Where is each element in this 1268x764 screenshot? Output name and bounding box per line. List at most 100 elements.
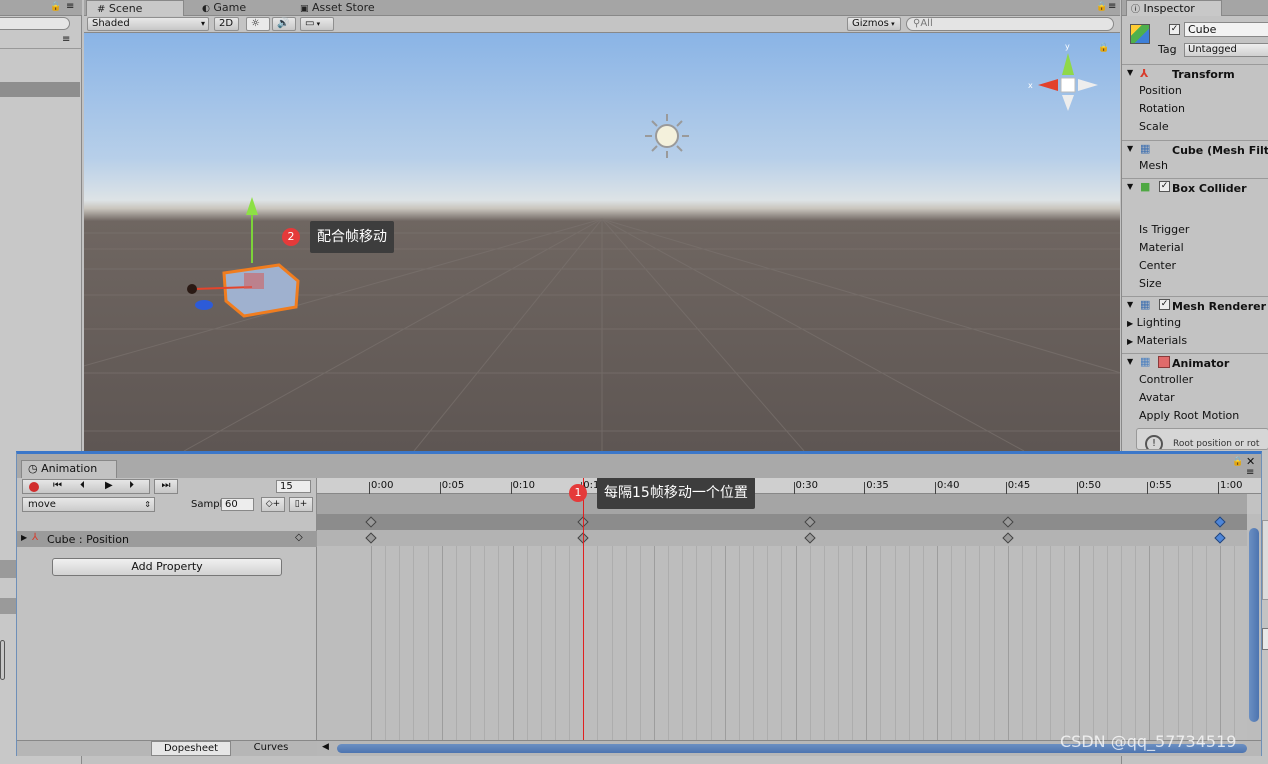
clip-dropdown[interactable]: move ⇕ xyxy=(22,497,155,512)
tab-game[interactable]: ◐ Game xyxy=(192,0,282,16)
foldout-arrow-icon: ▼ xyxy=(1127,300,1134,309)
project-toolbar: ≡ xyxy=(0,33,82,49)
animator-header[interactable]: ▼ ▦ Animator xyxy=(1122,353,1268,371)
tab-dopesheet[interactable]: Dopesheet xyxy=(151,741,231,756)
last-frame-button[interactable]: ⏭ xyxy=(154,479,178,494)
callout-label: 每隔15帧移动一个位置 xyxy=(597,478,755,509)
renderer-icon: ▦ xyxy=(1140,298,1151,311)
grid-line xyxy=(498,546,500,740)
selected-row[interactable] xyxy=(0,82,80,97)
field-label: Rotation xyxy=(1139,102,1186,115)
vertical-scrollbar[interactable] xyxy=(1247,514,1261,740)
grid-line xyxy=(738,546,740,740)
cube-icon xyxy=(1130,24,1150,44)
tab-asset-store[interactable]: ▣ Asset Store xyxy=(290,0,400,16)
inspector-edge-button[interactable] xyxy=(1262,628,1268,650)
menu-icon[interactable]: ≡ xyxy=(1246,467,1254,478)
keyframe[interactable] xyxy=(803,516,816,528)
scene-tabbar: # Scene ◐ Game ▣ Asset Store 🔒 ≡ xyxy=(84,0,1120,16)
tag-dropdown[interactable]: Untagged xyxy=(1184,43,1268,57)
keyframe[interactable] xyxy=(803,532,816,544)
lighting-toggle[interactable]: ☼ xyxy=(246,17,270,31)
panel-strip xyxy=(0,598,16,614)
first-frame-icon[interactable]: ⏮ xyxy=(53,480,62,491)
panel-strip xyxy=(0,560,16,578)
keyframe[interactable] xyxy=(365,516,377,528)
summary-keyframe-track[interactable] xyxy=(317,514,1247,530)
meshrenderer-header[interactable]: ▼ ▦ ✓ Mesh Renderer xyxy=(1122,296,1268,314)
svg-text:x: x xyxy=(1028,81,1033,90)
ruler-tick-label: 1:00 xyxy=(1220,480,1243,491)
menu-icon[interactable]: ≡ xyxy=(1108,1,1116,12)
lock-icon[interactable]: 🔒 xyxy=(1232,457,1243,467)
dopesheet-grid[interactable] xyxy=(317,546,1250,740)
speaker-icon: 🔊 xyxy=(277,18,290,29)
time-ruler[interactable]: 0:000:050:100:150:200:250:300:350:400:45… xyxy=(317,478,1261,494)
next-frame-icon[interactable]: ⏵ xyxy=(129,480,134,491)
foldout-row[interactable]: ▶ Lighting xyxy=(1127,316,1181,329)
tag-label: Tag xyxy=(1158,43,1177,56)
prev-frame-icon[interactable]: ⏴ xyxy=(80,480,85,491)
property-row[interactable]: ▶ ⅄ Cube : Position ◇ xyxy=(17,531,317,547)
keyframe[interactable] xyxy=(1002,532,1014,544)
add-event-button[interactable]: ▯+ xyxy=(289,497,313,512)
foldout-row[interactable]: ▶ Materials xyxy=(1127,334,1187,347)
gizmos-dropdown[interactable]: Gizmos ▾ xyxy=(847,17,901,31)
info-icon: ⓘ xyxy=(1131,5,1141,15)
menu-icon[interactable]: ≡ xyxy=(62,34,70,45)
property-keyframe-track[interactable] xyxy=(317,530,1247,546)
effects-dropdown[interactable]: ▭ ▾ xyxy=(300,17,334,31)
object-name-field[interactable]: Cube xyxy=(1184,22,1268,37)
tab-scene[interactable]: # Scene xyxy=(86,0,184,16)
keyframe[interactable] xyxy=(1002,516,1014,528)
frame-field[interactable]: 15 xyxy=(276,480,311,493)
tab-inspector-label: Inspector xyxy=(1143,2,1195,15)
tab-curves[interactable]: Curves xyxy=(231,741,311,756)
tab-animation-label: Animation xyxy=(41,462,98,475)
lock-icon[interactable]: 🔒 xyxy=(50,2,61,12)
ruler-tick-label: 0:05 xyxy=(441,480,465,491)
shading-dropdown[interactable]: Shaded ▾ xyxy=(87,17,209,31)
grid-line xyxy=(823,546,825,740)
scene-search-input[interactable]: ⚲All xyxy=(906,17,1114,31)
ruler-tick-mark xyxy=(793,482,795,494)
tab-inspector[interactable]: ⓘ Inspector xyxy=(1126,0,1222,16)
grid-line xyxy=(1120,546,1122,740)
play-icon[interactable]: ▶ xyxy=(105,480,113,491)
scene-view[interactable]: y x 🔒 2 配合帧移动 xyxy=(84,33,1120,451)
active-checkbox[interactable]: ✓ xyxy=(1169,24,1180,35)
meshfilter-header[interactable]: ▼ ▦ Cube (Mesh Filter) xyxy=(1122,140,1268,158)
dropdown-arrow-icon: ⇕ xyxy=(144,500,151,509)
keyframe[interactable] xyxy=(1214,532,1226,544)
menu-icon[interactable]: ≡ xyxy=(66,1,74,12)
scroll-left-icon[interactable]: ◀ xyxy=(322,742,329,752)
lock-icon[interactable]: 🔒 xyxy=(1098,43,1109,53)
animator-icon: ▦ xyxy=(1140,355,1151,368)
enabled-checkbox[interactable]: ✓ xyxy=(1159,299,1170,310)
ruler-tick-label: 0:40 xyxy=(937,480,960,491)
callout-badge: 1 xyxy=(569,484,587,502)
record-button[interactable] xyxy=(29,482,39,492)
hierarchy-search-input[interactable] xyxy=(0,17,70,30)
lock-icon[interactable]: 🔒 xyxy=(1096,2,1107,12)
add-property-button[interactable]: Add Property xyxy=(52,558,282,576)
2d-toggle[interactable]: 2D xyxy=(214,17,239,31)
grid-line xyxy=(696,546,698,740)
keyframe[interactable] xyxy=(365,532,377,544)
add-keyframe-button[interactable]: ◇+ xyxy=(261,497,285,512)
audio-toggle[interactable]: 🔊 xyxy=(272,17,296,31)
samples-field[interactable]: 60 xyxy=(221,498,254,511)
playhead[interactable] xyxy=(583,478,585,740)
2d-label: 2D xyxy=(219,18,234,29)
tab-asset-store-label: Asset Store xyxy=(312,1,375,14)
dopesheet-timeline[interactable]: 0:000:050:100:150:200:250:300:350:400:45… xyxy=(317,478,1261,756)
enabled-checkbox[interactable]: ✓ xyxy=(1159,181,1170,192)
component-name: Box Collider xyxy=(1172,182,1247,195)
keyframe[interactable] xyxy=(1214,516,1226,528)
boxcollider-header[interactable]: ▼ ■ ✓ Box Collider xyxy=(1122,178,1268,196)
vertical-scroll-thumb[interactable] xyxy=(1249,528,1259,722)
transform-header[interactable]: ▼ ⅄ Transform xyxy=(1122,64,1268,82)
tab-animation[interactable]: ◷ Animation xyxy=(21,460,117,478)
keyframe-diamond-icon[interactable]: ◇ xyxy=(295,532,303,543)
ruler-tick-label: 0:50 xyxy=(1078,480,1101,491)
